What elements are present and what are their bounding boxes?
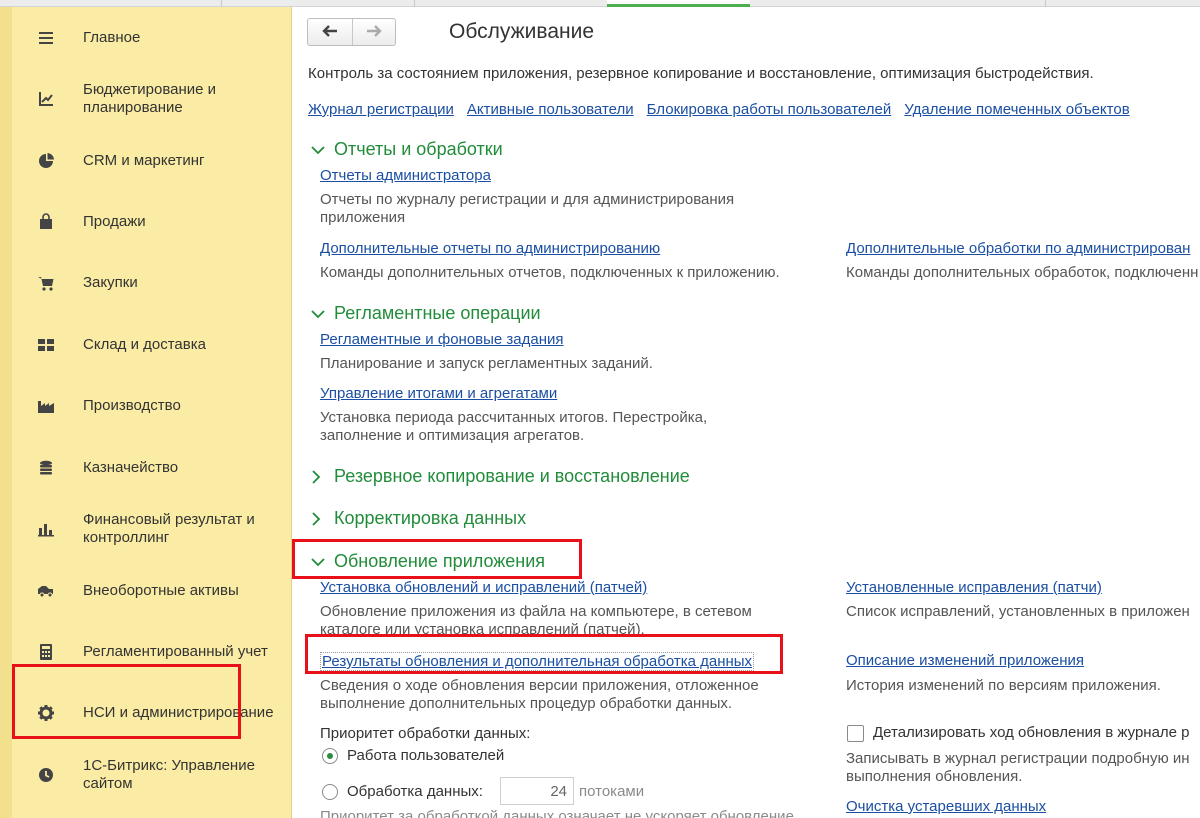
sidebar-item-label: Бюджетирование и планирование xyxy=(83,81,217,116)
service-links: Журнал регистрации Активные пользователи… xyxy=(308,101,1130,118)
totals-aggregates-desc: Установка периода рассчитанных итогов. П… xyxy=(320,409,708,444)
sidebar-item-label: Казначейство xyxy=(83,459,179,476)
pie-chart-icon xyxy=(36,151,56,171)
sidebar-item-label: Главное xyxy=(83,29,141,46)
window-tab-strip xyxy=(0,0,1200,7)
priority-label: Приоритет обработки данных: xyxy=(320,725,531,742)
detail-log-checkbox[interactable] xyxy=(847,725,864,742)
maintenance-panel: Обслуживание Контроль за состоянием прил… xyxy=(293,7,1200,818)
sidebar-item-label: Производство xyxy=(83,397,181,414)
installed-patches-link[interactable]: Установленные исправления (патчи) xyxy=(846,579,1102,596)
highlight-box xyxy=(292,539,582,579)
priority-data-radio[interactable] xyxy=(322,784,338,800)
sidebar-item-label: CRM и маркетинг xyxy=(83,152,205,169)
scheduled-jobs-link[interactable]: Регламентные и фоновые задания xyxy=(320,331,564,348)
sidebar-item-production[interactable]: Производство xyxy=(12,396,290,416)
install-updates-link[interactable]: Установка обновлений и исправлений (патч… xyxy=(320,579,647,596)
sidebar-item-crm[interactable]: CRM и маркетинг xyxy=(12,151,290,171)
chevron-right-icon xyxy=(311,510,329,528)
section-routine-header[interactable]: Регламентные операции xyxy=(311,303,541,324)
sidebar-item-main[interactable]: Главное xyxy=(12,28,290,48)
grid-icon xyxy=(36,335,56,355)
sidebar-item-treasury[interactable]: Казначейство xyxy=(12,458,290,478)
chevron-right-icon xyxy=(311,468,329,486)
admin-reports-link[interactable]: Отчеты администратора xyxy=(320,167,491,184)
cart-icon xyxy=(36,273,56,293)
priority-users-label: Работа пользователей xyxy=(347,747,505,764)
calculator-icon xyxy=(36,642,56,662)
priority-data-label: Обработка данных: xyxy=(347,783,483,800)
tab-separator xyxy=(221,0,222,7)
arrow-left-icon xyxy=(322,24,338,41)
budget-chart-icon xyxy=(36,89,56,109)
extra-processing-link[interactable]: Дополнительные обработки по администриро… xyxy=(846,240,1190,257)
sidebar-item-bitrix[interactable]: 1С-Битрикс: Управление сайтом xyxy=(12,757,290,793)
scheduled-jobs-desc: Планирование и запуск регламентных задан… xyxy=(320,355,653,372)
admin-reports-desc: Отчеты по журналу регистрации и для адми… xyxy=(320,191,735,226)
page-description: Контроль за состоянием приложения, резер… xyxy=(308,65,1094,82)
sidebar-edge-strip xyxy=(0,7,12,818)
detail-log-label: Детализировать ход обновления в журнале … xyxy=(873,724,1190,741)
section-backup-header[interactable]: Резервное копирование и восстановление xyxy=(311,466,690,487)
threads-count-input[interactable] xyxy=(500,777,574,805)
detail-log-desc: Записывать в журнал регистрации подробну… xyxy=(846,750,1190,785)
forward-button[interactable] xyxy=(351,19,396,45)
section-reports-header[interactable]: Отчеты и обработки xyxy=(311,139,503,160)
extra-reports-desc: Команды дополнительных отчетов, подключе… xyxy=(320,264,780,281)
installed-patches-desc: Список исправлений, установленных в прил… xyxy=(846,603,1190,620)
active-tab[interactable] xyxy=(607,0,750,7)
delete-marked-link[interactable]: Удаление помеченных объектов xyxy=(904,101,1129,118)
sidebar-item-warehouse[interactable]: Склад и доставка xyxy=(12,335,290,355)
sidebar-item-fixed-assets[interactable]: Внеоборотные активы xyxy=(12,581,290,601)
back-button[interactable] xyxy=(308,19,352,45)
sidebar-item-regulated-accounting[interactable]: Регламентированный учет xyxy=(12,642,290,662)
chevron-down-icon xyxy=(311,141,329,159)
changes-description-desc: История изменений по версиям приложения. xyxy=(846,677,1161,694)
sidebar-item-label: Продажи xyxy=(83,213,146,230)
extra-processing-desc: Команды дополнительных обработок, подклю… xyxy=(846,264,1199,281)
section-title: Регламентные операции xyxy=(334,303,541,323)
priority-users-radio[interactable] xyxy=(322,748,338,764)
coins-icon xyxy=(36,458,56,478)
bar-chart-icon xyxy=(36,519,56,539)
clock-icon xyxy=(36,765,56,785)
sidebar-item-label: Внеоборотные активы xyxy=(83,582,239,599)
factory-icon xyxy=(36,396,56,416)
section-correction-header[interactable]: Корректировка данных xyxy=(311,508,526,529)
sidebar-item-label: Финансовый результат и контроллинг xyxy=(83,511,255,546)
highlight-box xyxy=(305,634,783,674)
arrow-right-icon xyxy=(366,24,382,41)
sidebar-item-label: Закупки xyxy=(83,274,138,291)
extra-reports-link[interactable]: Дополнительные отчеты по администрирован… xyxy=(320,240,660,257)
priority-hint-text: Приоритет за обработкой данных означает … xyxy=(320,810,794,818)
cleanup-data-link[interactable]: Очистка устаревших данных xyxy=(846,798,1046,815)
sidebar-item-label: Склад и доставка xyxy=(83,336,206,353)
shopping-bag-icon xyxy=(36,212,56,232)
threads-unit-label: потоками xyxy=(579,783,645,800)
truck-icon xyxy=(36,581,56,601)
sidebar-item-sales[interactable]: Продажи xyxy=(12,212,290,232)
totals-aggregates-link[interactable]: Управление итогами и агрегатами xyxy=(320,385,557,402)
active-users-link[interactable]: Активные пользователи xyxy=(467,101,634,118)
tab-separator xyxy=(414,0,415,7)
menu-icon xyxy=(36,28,56,48)
sidebar-item-label: Регламентированный учет xyxy=(83,643,268,660)
sidebar-item-financial-result[interactable]: Финансовый результат и контроллинг xyxy=(12,511,290,547)
user-lock-link[interactable]: Блокировка работы пользователей xyxy=(647,101,892,118)
tab-separator xyxy=(1045,0,1046,7)
sidebar-item-budgeting[interactable]: Бюджетирование и планирование xyxy=(12,81,290,117)
page-title: Обслуживание xyxy=(449,20,595,43)
highlight-box xyxy=(12,664,241,739)
navigation-buttons xyxy=(307,18,396,46)
section-title: Отчеты и обработки xyxy=(334,139,503,159)
chevron-down-icon xyxy=(311,305,329,323)
event-log-link[interactable]: Журнал регистрации xyxy=(308,101,454,118)
update-results-desc: Сведения о ходе обновления версии прилож… xyxy=(320,677,759,712)
sidebar-item-label: 1С-Битрикс: Управление сайтом xyxy=(83,757,255,792)
section-title: Резервное копирование и восстановление xyxy=(334,466,690,486)
changes-description-link[interactable]: Описание изменений приложения xyxy=(846,652,1084,669)
sidebar-item-purchases[interactable]: Закупки xyxy=(12,273,290,293)
section-title: Корректировка данных xyxy=(334,508,527,528)
